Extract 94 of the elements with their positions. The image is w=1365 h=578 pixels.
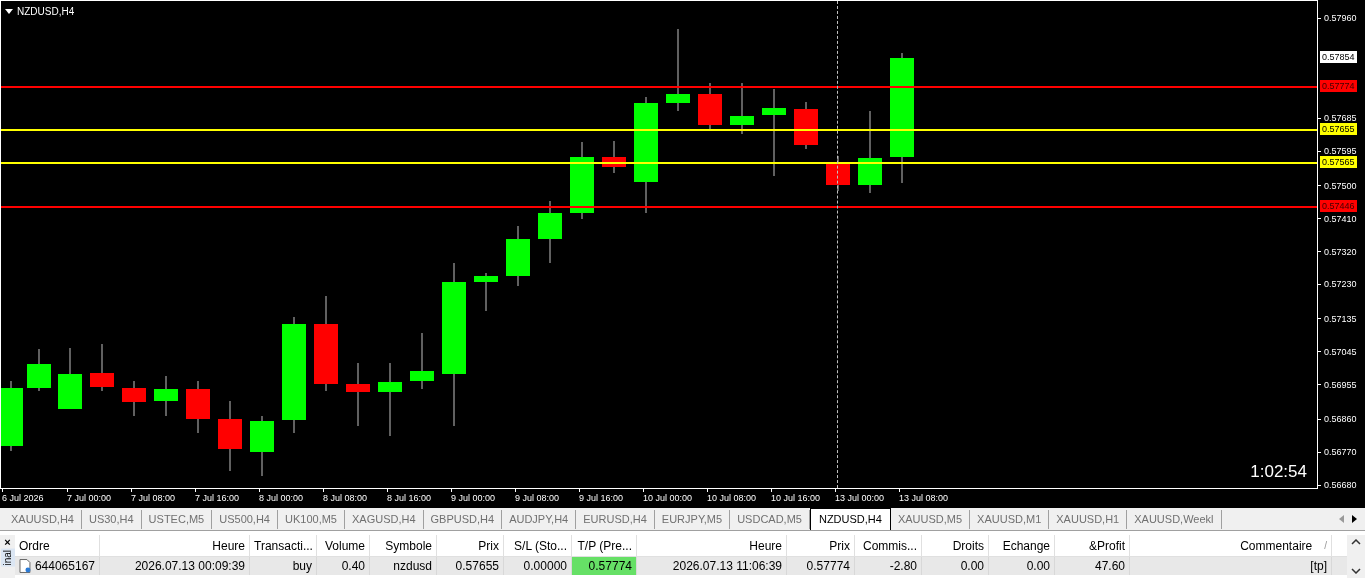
time-label: 8 Jul 08:00 <box>323 492 368 504</box>
table-cell: 0.57774 <box>572 557 637 575</box>
candle <box>410 332 434 390</box>
candle <box>826 155 850 192</box>
chart-tab[interactable]: US30,H4 <box>81 510 142 529</box>
panel-side-label: inal <box>0 549 15 567</box>
table-cell: 0.00 <box>922 557 989 575</box>
chart-tab[interactable]: UK100,M5 <box>278 510 345 529</box>
time-label: 9 Jul 00:00 <box>451 492 496 504</box>
chart-tab[interactable]: XAGUSD,H4 <box>345 510 424 529</box>
candle <box>154 375 178 417</box>
chart-tab[interactable]: USDCAD,M5 <box>730 510 810 529</box>
time-label: 13 Jul 08:00 <box>899 492 949 504</box>
chart-tab[interactable]: XAUUSD,M1 <box>970 510 1050 529</box>
table-cell: 2026.07.13 11:06:39 <box>637 557 787 575</box>
candle <box>506 225 530 287</box>
level-price-label: 0.57655 <box>1320 123 1357 136</box>
table-cell: 0.40 <box>317 557 370 575</box>
candle <box>58 347 82 410</box>
price-tick: 0.56955 <box>1324 378 1357 391</box>
chart-tab[interactable]: EURUSD,H4 <box>576 510 655 529</box>
chart-tab[interactable]: GBPUSD,H4 <box>423 510 503 529</box>
price-tick: 0.57595 <box>1324 145 1357 158</box>
chart-tab[interactable]: XAUUSD,Weekl <box>1127 510 1222 529</box>
column-header-text: Commentaire <box>1240 538 1313 555</box>
price-tick: 0.56860 <box>1324 413 1357 426</box>
level-price-label: 0.57446 <box>1320 199 1357 212</box>
time-label: 8 Jul 00:00 <box>259 492 304 504</box>
price-tick: 0.56680 <box>1324 479 1357 491</box>
candle <box>250 415 274 477</box>
table-cell: 2026.07.13 00:09:39 <box>100 557 250 575</box>
table-cell: nzdusd <box>370 557 437 575</box>
price-tick: 0.57045 <box>1324 345 1357 358</box>
table-cell-text: 644065167 <box>34 558 95 575</box>
chart-title: NZDUSD,H4 <box>17 5 75 19</box>
candle <box>27 348 51 392</box>
close-button[interactable]: × <box>4 535 11 549</box>
chart-tab[interactable]: NZDUSD,H4 <box>809 508 891 530</box>
price-tick: 0.57320 <box>1324 245 1357 258</box>
chart-tab[interactable]: XAUUSD,H4 <box>4 510 82 529</box>
candle <box>474 272 498 312</box>
level-price-label: 0.57565 <box>1320 156 1357 169</box>
document-icon <box>19 559 31 573</box>
price-tick: 0.56770 <box>1324 446 1357 459</box>
time-label: 9 Jul 08:00 <box>515 492 560 504</box>
candle <box>346 362 370 427</box>
price-tick: 0.57960 <box>1324 12 1357 24</box>
candle-timer: 1:02:54 <box>1250 461 1307 483</box>
time-label: 7 Jul 08:00 <box>131 492 176 504</box>
candle <box>698 82 722 132</box>
chart-tab[interactable]: AUDJPY,H4 <box>502 510 577 529</box>
time-label: 13 Jul 00:00 <box>835 492 885 504</box>
time-label: 9 Jul 16:00 <box>579 492 624 504</box>
dropdown-icon[interactable] <box>5 9 13 14</box>
table-cell: -2.80 <box>855 557 922 575</box>
chart-tab[interactable]: XAUUSD,H1 <box>1049 510 1128 529</box>
candle <box>730 82 754 135</box>
candle <box>90 343 114 392</box>
price-tick: 0.57685 <box>1324 112 1357 125</box>
time-label: 10 Jul 08:00 <box>707 492 757 504</box>
scroll-down-icon[interactable] <box>1351 568 1361 574</box>
scroll-right-icon[interactable] <box>1352 515 1357 523</box>
price-tick: 0.57500 <box>1324 179 1357 192</box>
level-line[interactable] <box>1 162 1317 165</box>
candle <box>186 380 210 434</box>
table-cell: 0.57655 <box>437 557 504 575</box>
chart-tab[interactable]: XAUUSD,M5 <box>890 510 971 529</box>
time-label: 7 Jul 16:00 <box>195 492 240 504</box>
candle <box>794 101 818 150</box>
time-label: 10 Jul 16:00 <box>771 492 821 504</box>
time-label: 10 Jul 00:00 <box>643 492 693 504</box>
price-tick: 0.57410 <box>1324 212 1357 225</box>
level-line[interactable] <box>1 129 1317 132</box>
price-tick: 0.57230 <box>1324 278 1357 291</box>
chart-tab[interactable]: EURJPY,M5 <box>654 510 731 529</box>
sort-mark: / <box>1324 539 1327 553</box>
bid-price-label: 0.57854 <box>1320 50 1357 63</box>
table-cell: 0.00 <box>989 557 1055 575</box>
table-cell: 0.57774 <box>787 557 855 575</box>
chart-tab[interactable]: US500,H4 <box>212 510 278 529</box>
time-label: 8 Jul 16:00 <box>387 492 432 504</box>
candle <box>122 380 146 417</box>
price-tick: 0.57135 <box>1324 313 1357 325</box>
candle <box>218 400 242 472</box>
candle <box>1 380 23 452</box>
time-label: 6 Jul 2026 <box>2 492 44 504</box>
table-cell: buy <box>250 557 317 575</box>
time-label: 7 Jul 00:00 <box>67 492 112 504</box>
table-cell: [tp] <box>1130 557 1332 575</box>
scroll-up-icon[interactable] <box>1351 539 1361 545</box>
candle <box>538 200 562 264</box>
level-price-label: 0.57774 <box>1320 79 1357 92</box>
table-cell: 47.60 <box>1055 557 1130 575</box>
chart-tab[interactable]: USTEC,M5 <box>141 510 213 529</box>
